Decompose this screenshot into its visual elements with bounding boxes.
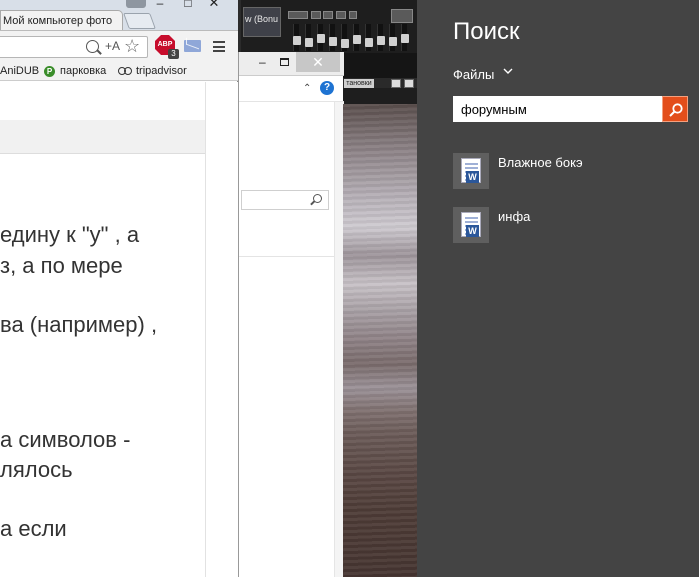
- chrome-browser-window: Мой компьютер фото – □ ✕ +A ☆ ABP 3 AniD…: [0, 0, 238, 577]
- profile-icon[interactable]: [126, 0, 146, 8]
- ribbon-expand-chevron-icon[interactable]: ⌃: [303, 83, 311, 94]
- menu-icon[interactable]: [213, 41, 225, 52]
- browser-titlebar: Мой компьютер фото – □ ✕: [0, 0, 238, 32]
- audio-display-text: w (Bonu: [245, 14, 279, 24]
- audio-square-button[interactable]: [404, 79, 414, 88]
- charm-title: Поиск: [453, 18, 520, 45]
- bookmark-tripadvisor[interactable]: tripadvisor: [136, 65, 187, 77]
- browser-tab[interactable]: Мой компьютер фото: [0, 10, 123, 32]
- bookmarks-bar: AniDUB P парковка tripadvisor: [0, 63, 238, 81]
- word-document-icon: W: [453, 207, 489, 243]
- background-photo: [343, 104, 417, 577]
- explorer-titlebar: – ✕: [239, 52, 344, 76]
- search-charm-panel: Поиск Файлы форумным W Влажное бокэ W ин…: [417, 0, 699, 577]
- search-result-item[interactable]: W Влажное бокэ: [453, 153, 683, 191]
- explorer-close-button[interactable]: ✕: [296, 52, 340, 72]
- eq-fader[interactable]: [305, 24, 313, 51]
- search-button[interactable]: [662, 96, 688, 122]
- search-scope-dropdown[interactable]: Файлы: [453, 67, 494, 82]
- eq-fader[interactable]: [293, 24, 301, 51]
- page-text-line: едину к "у" , а: [0, 222, 140, 247]
- explorer-divider: [239, 101, 344, 102]
- bookmark-star-icon[interactable]: ☆: [124, 36, 140, 57]
- search-query-text[interactable]: форумным: [461, 102, 527, 117]
- eq-fader[interactable]: [329, 24, 337, 51]
- adblock-count-badge: 3: [168, 49, 179, 59]
- audio-control-button[interactable]: [288, 11, 308, 19]
- help-icon[interactable]: ?: [320, 81, 334, 95]
- close-button[interactable]: ✕: [204, 0, 224, 9]
- audio-control-button[interactable]: [311, 11, 321, 19]
- bookmark-parking[interactable]: парковка: [60, 65, 106, 77]
- eq-fader[interactable]: [365, 24, 373, 51]
- new-tab-button[interactable]: [123, 13, 156, 29]
- eq-fader[interactable]: [377, 24, 385, 51]
- word-document-icon: W: [453, 153, 489, 189]
- page-text-line: ва (например) ,: [0, 312, 158, 337]
- page-header-band: [0, 120, 206, 154]
- page-text-line: лялось: [0, 457, 73, 482]
- audio-control-button[interactable]: [336, 11, 346, 19]
- explorer-divider: [239, 256, 334, 257]
- eq-fader[interactable]: [353, 24, 361, 51]
- search-input[interactable]: форумным: [453, 96, 688, 122]
- minimize-button[interactable]: –: [152, 0, 168, 9]
- explorer-window: – ✕ ⌃ ?: [238, 52, 344, 577]
- page-divider: [205, 82, 206, 577]
- page-text-line: а если: [0, 516, 67, 541]
- eq-fader[interactable]: [341, 24, 349, 51]
- mail-icon[interactable]: [184, 40, 201, 52]
- bookmark-anidub[interactable]: AniDUB: [0, 65, 39, 77]
- search-result-label[interactable]: Влажное бокэ: [498, 155, 583, 170]
- search-icon: [313, 194, 322, 203]
- maximize-button[interactable]: □: [180, 0, 196, 9]
- audio-control-button[interactable]: [391, 9, 413, 23]
- search-icon: [669, 103, 683, 117]
- parking-icon: P: [44, 66, 55, 77]
- address-bar[interactable]: +A ☆: [0, 36, 148, 58]
- explorer-maximize-button[interactable]: [280, 58, 289, 66]
- audio-display: w (Bonu: [243, 7, 281, 37]
- chevron-down-icon[interactable]: [502, 65, 514, 77]
- page-text-line: а символов -: [0, 427, 131, 452]
- audio-settings-button[interactable]: тановки: [344, 79, 374, 88]
- audio-control-button[interactable]: [349, 11, 357, 19]
- eq-fader[interactable]: [389, 24, 397, 51]
- eq-fader[interactable]: [401, 24, 409, 51]
- explorer-minimize-button[interactable]: –: [259, 55, 279, 69]
- audio-square-button[interactable]: [391, 79, 401, 88]
- zoom-icon[interactable]: [86, 40, 99, 53]
- search-result-item[interactable]: W инфа: [453, 207, 683, 245]
- tripadvisor-owl-icon: [118, 67, 132, 76]
- translate-icon[interactable]: +A: [105, 39, 120, 53]
- page-text-line: з, а по мере: [0, 253, 123, 278]
- search-result-label[interactable]: инфа: [498, 209, 530, 224]
- browser-toolbar: +A ☆ ABP 3: [0, 30, 238, 63]
- eq-fader[interactable]: [317, 24, 325, 51]
- audio-control-button[interactable]: [323, 11, 333, 19]
- explorer-search-input[interactable]: [241, 190, 329, 210]
- page-content: едину к "у" , а з, а по мере ва (наприме…: [0, 82, 238, 577]
